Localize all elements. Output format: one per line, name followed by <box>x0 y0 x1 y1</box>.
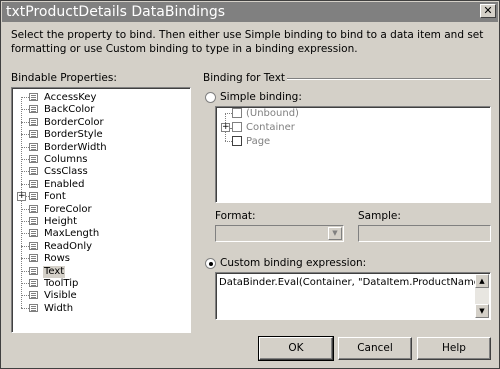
property-item-borderwidth[interactable]: BorderWidth <box>43 142 108 154</box>
tree-connector <box>225 113 232 114</box>
tree-item-container[interactable]: Container <box>246 122 295 134</box>
property-icon <box>29 105 38 114</box>
cancel-button[interactable]: Cancel <box>338 337 412 360</box>
format-combobox[interactable]: ▼ <box>215 225 344 242</box>
bindable-properties-label: Bindable Properties: <box>11 72 117 84</box>
tree-connector <box>21 134 29 136</box>
scroll-up-button[interactable]: ▲ <box>475 274 489 288</box>
property-item-rows[interactable]: Rows <box>43 253 71 265</box>
property-icon <box>29 117 38 126</box>
property-item-readonly[interactable]: ReadOnly <box>43 241 93 253</box>
binding-group-label: Binding for Text <box>203 72 286 84</box>
group-divider <box>287 78 491 80</box>
container-icon <box>232 122 242 132</box>
property-item-forecolor[interactable]: ForeColor <box>43 204 93 216</box>
expand-icon[interactable]: + <box>17 192 26 202</box>
tree-connector <box>21 171 29 173</box>
title-bar[interactable]: txtProductDetails DataBindings ✕ <box>2 2 498 22</box>
tree-connector <box>21 295 29 297</box>
property-icon <box>29 229 38 238</box>
property-item-visible[interactable]: Visible <box>43 290 78 302</box>
custom-binding-radio[interactable] <box>205 258 216 269</box>
property-icon <box>29 204 38 213</box>
tree-connector <box>21 245 29 247</box>
simple-binding-label[interactable]: Simple binding: <box>220 91 302 103</box>
tree-connector <box>21 97 29 98</box>
property-icon <box>29 254 38 263</box>
property-item-accesskey[interactable]: AccessKey <box>43 92 97 104</box>
property-icon <box>29 279 38 287</box>
property-item-text[interactable]: Text <box>43 265 66 278</box>
format-label: Format: <box>215 210 256 222</box>
tree-connector <box>21 307 29 309</box>
property-item-height[interactable]: Height <box>43 216 78 228</box>
tree-connector <box>21 121 29 123</box>
tree-connector <box>21 208 29 210</box>
close-button[interactable]: ✕ <box>480 4 496 18</box>
tree-connector <box>21 146 29 148</box>
sample-field <box>358 225 491 242</box>
tree-connector <box>21 221 29 222</box>
property-icon <box>29 266 38 275</box>
property-icon <box>29 179 38 188</box>
simple-binding-radio[interactable] <box>205 92 216 103</box>
property-item-maxlength[interactable]: MaxLength <box>43 228 100 240</box>
tree-connector <box>21 233 29 235</box>
tree-item-unbound[interactable]: (Unbound) <box>246 108 299 120</box>
property-item-backcolor[interactable]: BackColor <box>43 104 95 116</box>
tree-connector <box>21 183 29 185</box>
custom-binding-label[interactable]: Custom binding expression: <box>220 257 366 269</box>
property-icon <box>29 93 38 101</box>
tree-connector <box>21 97 22 308</box>
tree-connector <box>21 283 29 284</box>
unbound-icon <box>232 108 242 118</box>
property-icon <box>29 155 38 163</box>
data-binding-tree[interactable]: (Unbound) + Container Page <box>215 106 491 203</box>
tree-item-page[interactable]: Page <box>246 136 270 148</box>
sample-label: Sample: <box>358 210 401 222</box>
custom-expression-input[interactable]: DataBinder.Eval(Container, "DataItem.Pro… <box>215 272 491 320</box>
property-icon <box>29 241 38 250</box>
property-item-columns[interactable]: Columns <box>43 154 89 166</box>
databindings-dialog: txtProductDetails DataBindings ✕ Select … <box>0 0 500 369</box>
help-button[interactable]: Help <box>417 337 491 360</box>
property-icon <box>29 142 38 151</box>
scroll-down-button[interactable]: ▼ <box>475 304 489 318</box>
ok-button[interactable]: OK <box>258 336 334 361</box>
property-icon <box>29 217 38 225</box>
property-icon <box>29 303 38 312</box>
close-icon: ✕ <box>483 4 493 17</box>
property-icon <box>29 167 38 176</box>
property-item-borderstyle[interactable]: BorderStyle <box>43 129 104 141</box>
property-item-cssclass[interactable]: CssClass <box>43 166 89 178</box>
property-item-tooltip[interactable]: ToolTip <box>43 278 79 290</box>
property-item-enabled[interactable]: Enabled <box>43 179 85 191</box>
property-item-bordercolor[interactable]: BorderColor <box>43 117 105 129</box>
tree-connector <box>21 270 29 272</box>
property-icon <box>29 192 38 201</box>
property-item-font[interactable]: Font <box>43 191 67 203</box>
window-title: txtProductDetails DataBindings <box>6 4 226 20</box>
tree-connector <box>21 159 29 160</box>
page-icon <box>232 136 242 146</box>
property-icon <box>29 130 38 139</box>
property-icon <box>29 291 38 300</box>
chevron-down-icon[interactable]: ▼ <box>328 227 342 240</box>
property-item-width[interactable]: Width <box>43 303 74 315</box>
tree-connector <box>21 258 29 260</box>
instructions-text: Select the property to bind. Then either… <box>11 29 484 55</box>
expand-icon[interactable]: + <box>221 123 230 132</box>
tree-connector <box>225 141 232 142</box>
custom-expression-text[interactable]: DataBinder.Eval(Container, "DataItem.Pro… <box>219 277 488 288</box>
bindable-properties-tree[interactable]: AccessKey BackColor BorderColor BorderStyle… <box>11 87 191 333</box>
tree-connector <box>21 109 29 111</box>
